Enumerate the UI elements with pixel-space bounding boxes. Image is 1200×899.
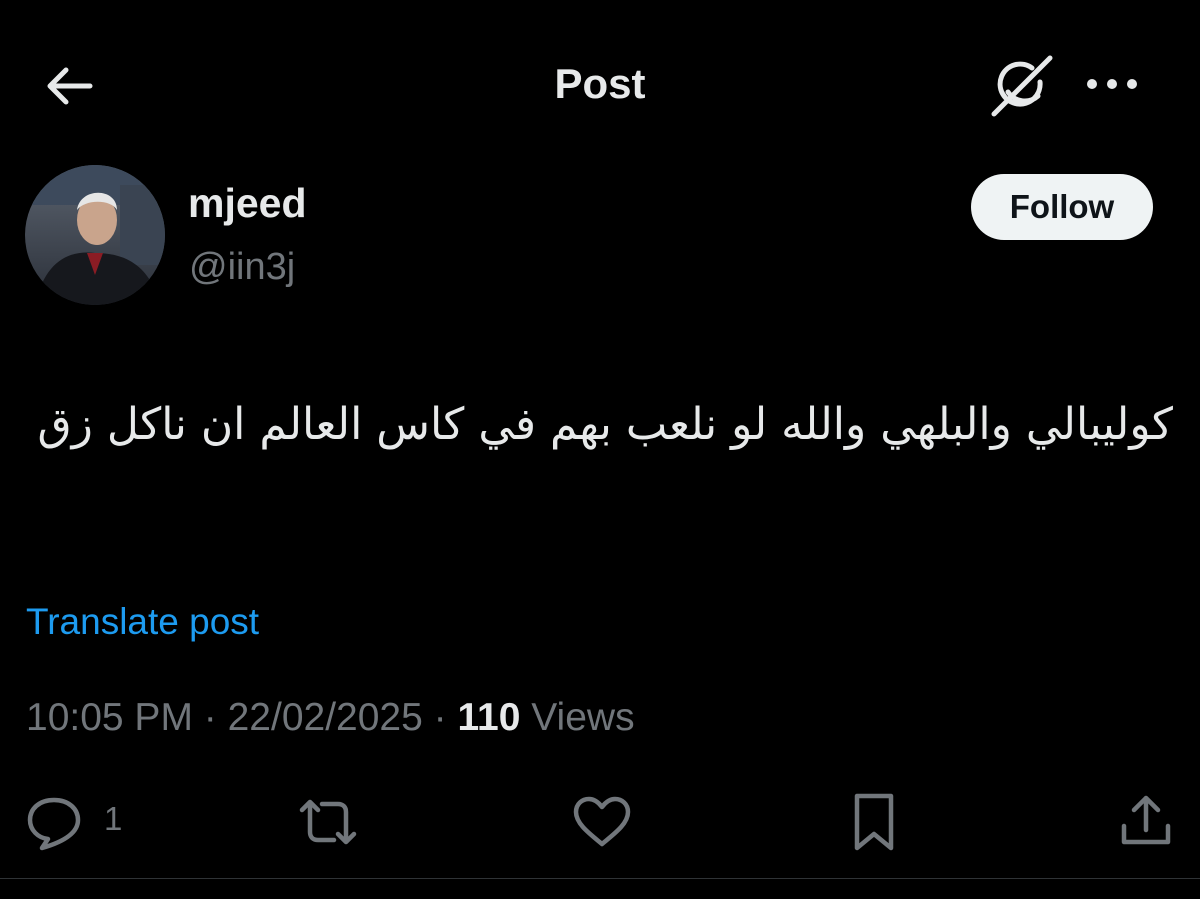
follow-button[interactable]: Follow xyxy=(971,174,1153,240)
reply-button[interactable]: 1 xyxy=(24,792,134,852)
repost-icon xyxy=(296,792,360,852)
grok-icon xyxy=(988,52,1056,118)
bookmark-icon xyxy=(843,792,907,852)
like-button[interactable] xyxy=(570,792,634,852)
like-icon xyxy=(570,792,634,852)
more-horizontal-icon xyxy=(1082,62,1142,106)
post-metadata: 10:05 PM · 22/02/2025 · 110 Views xyxy=(26,696,635,740)
reply-icon xyxy=(24,792,84,852)
bookmark-button[interactable] xyxy=(843,792,907,852)
grok-button[interactable] xyxy=(988,52,1056,118)
avatar[interactable] xyxy=(25,165,165,305)
reply-count: 1 xyxy=(104,800,123,837)
post-time[interactable]: 10:05 PM xyxy=(26,696,193,739)
views-count: 110 xyxy=(457,696,521,739)
meta-separator: · xyxy=(192,696,228,739)
author-handle[interactable]: @iin3j xyxy=(189,246,295,289)
author-display-name[interactable]: mjeed xyxy=(188,180,307,227)
post-date[interactable]: 22/02/2025 xyxy=(228,696,423,739)
share-icon xyxy=(1114,792,1178,852)
post-text: كوليبالي والبلهي والله لو نلعب بهم في كا… xyxy=(37,399,1173,450)
views-label: Views xyxy=(520,696,635,739)
translate-post-link[interactable]: Translate post xyxy=(26,601,259,643)
more-options-button[interactable] xyxy=(1082,62,1142,106)
repost-button[interactable] xyxy=(296,792,360,852)
divider xyxy=(0,878,1200,879)
meta-separator: · xyxy=(422,696,458,739)
share-button[interactable] xyxy=(1114,792,1178,852)
